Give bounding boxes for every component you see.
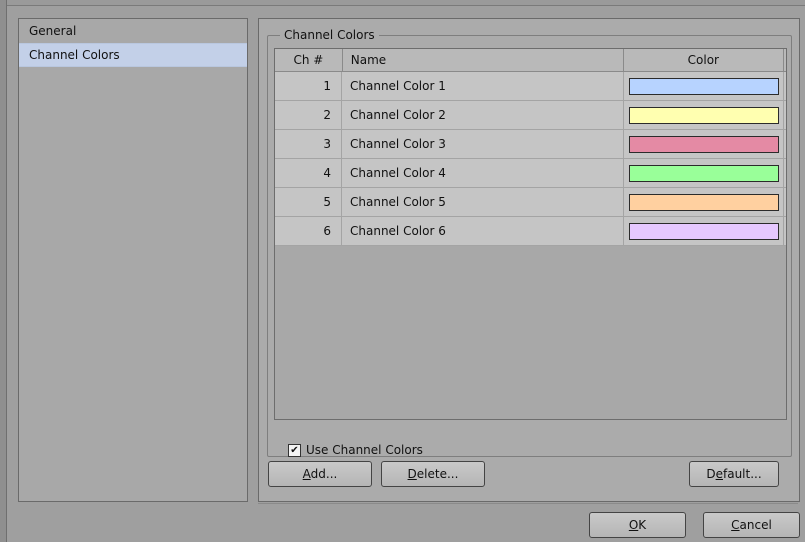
column-header-name[interactable]: Name [343, 49, 624, 71]
column-header-color[interactable]: Color [624, 49, 784, 71]
grid-rows: 1 Channel Color 1 2 Channel Color 2 3 Channel… [275, 72, 786, 246]
channel-color-cell[interactable] [624, 217, 784, 245]
channel-color-cell[interactable] [624, 72, 784, 100]
dialog-window: General Channel Colors Channel Colors Ch… [0, 0, 805, 542]
column-header-ch-num[interactable]: Ch # [275, 49, 343, 71]
channel-number-cell: 2 [275, 101, 342, 129]
channel-number-cell: 4 [275, 159, 342, 187]
default-button[interactable]: Default... [689, 461, 779, 487]
channel-name-cell[interactable]: Channel Color 3 [342, 130, 624, 158]
cancel-button[interactable]: Cancel [703, 512, 800, 538]
delete-button[interactable]: Delete... [381, 461, 485, 487]
channel-name-cell[interactable]: Channel Color 4 [342, 159, 624, 187]
color-swatch[interactable] [628, 77, 779, 95]
channel-number-cell: 6 [275, 217, 342, 245]
color-swatch[interactable] [628, 222, 779, 240]
cancel-button-mnemonic: C [731, 518, 740, 532]
group-title: Channel Colors [280, 27, 379, 43]
table-row[interactable]: 1 Channel Color 1 [275, 72, 786, 101]
add-button[interactable]: Add... [268, 461, 372, 487]
window-top-border [0, 0, 805, 6]
settings-nav-list: General Channel Colors [18, 18, 248, 502]
nav-item-general[interactable]: General [19, 19, 247, 43]
table-row[interactable]: 2 Channel Color 2 [275, 101, 786, 130]
table-row[interactable]: 5 Channel Color 5 [275, 188, 786, 217]
table-row[interactable]: 6 Channel Color 6 [275, 217, 786, 246]
use-channel-colors-option[interactable]: ✔ Use Channel Colors [288, 443, 423, 457]
add-button-label: dd... [310, 467, 338, 481]
color-swatch[interactable] [628, 135, 779, 153]
channel-name-cell[interactable]: Channel Color 2 [342, 101, 624, 129]
channel-color-cell[interactable] [624, 130, 784, 158]
footer-divider [258, 503, 798, 504]
grid-header: Ch # Name Color [275, 49, 786, 72]
delete-button-label: elete... [416, 467, 459, 481]
checkmark-icon: ✔ [290, 444, 299, 456]
nav-item-channel-colors[interactable]: Channel Colors [19, 43, 247, 67]
default-button-mnemonic: e [715, 467, 723, 481]
channel-name-cell[interactable]: Channel Color 6 [342, 217, 624, 245]
ok-button-label: K [638, 518, 647, 532]
ok-button[interactable]: OK [589, 512, 686, 538]
channel-name-cell[interactable]: Channel Color 1 [342, 72, 624, 100]
default-button-label-start: D [706, 467, 716, 481]
channel-name-cell[interactable]: Channel Color 5 [342, 188, 624, 216]
channel-colors-group: Channel Colors Ch # Name Color 1 Channel … [267, 27, 792, 457]
color-swatch[interactable] [628, 193, 779, 211]
color-swatch[interactable] [628, 106, 779, 124]
channel-number-cell: 5 [275, 188, 342, 216]
use-channel-colors-checkbox[interactable]: ✔ [288, 443, 301, 457]
color-swatch[interactable] [628, 164, 779, 182]
channel-colors-panel: Channel Colors Ch # Name Color 1 Channel … [258, 18, 800, 502]
channel-color-cell[interactable] [624, 101, 784, 129]
table-row[interactable]: 3 Channel Color 3 [275, 130, 786, 159]
use-channel-colors-label: Use Channel Colors [306, 443, 423, 457]
channel-colors-grid[interactable]: Ch # Name Color 1 Channel Color 1 2 Channel… [274, 48, 787, 420]
add-button-mnemonic: A [302, 467, 311, 481]
channel-color-cell[interactable] [624, 159, 784, 187]
channel-number-cell: 3 [275, 130, 342, 158]
column-header-filler [784, 49, 786, 71]
cancel-button-label: ancel [739, 518, 772, 532]
default-button-label: fault... [722, 467, 762, 481]
ok-button-mnemonic: O [628, 518, 639, 532]
delete-button-mnemonic: D [407, 467, 417, 481]
window-left-border [0, 0, 7, 542]
table-row[interactable]: 4 Channel Color 4 [275, 159, 786, 188]
channel-number-cell: 1 [275, 72, 342, 100]
channel-color-cell[interactable] [624, 188, 784, 216]
